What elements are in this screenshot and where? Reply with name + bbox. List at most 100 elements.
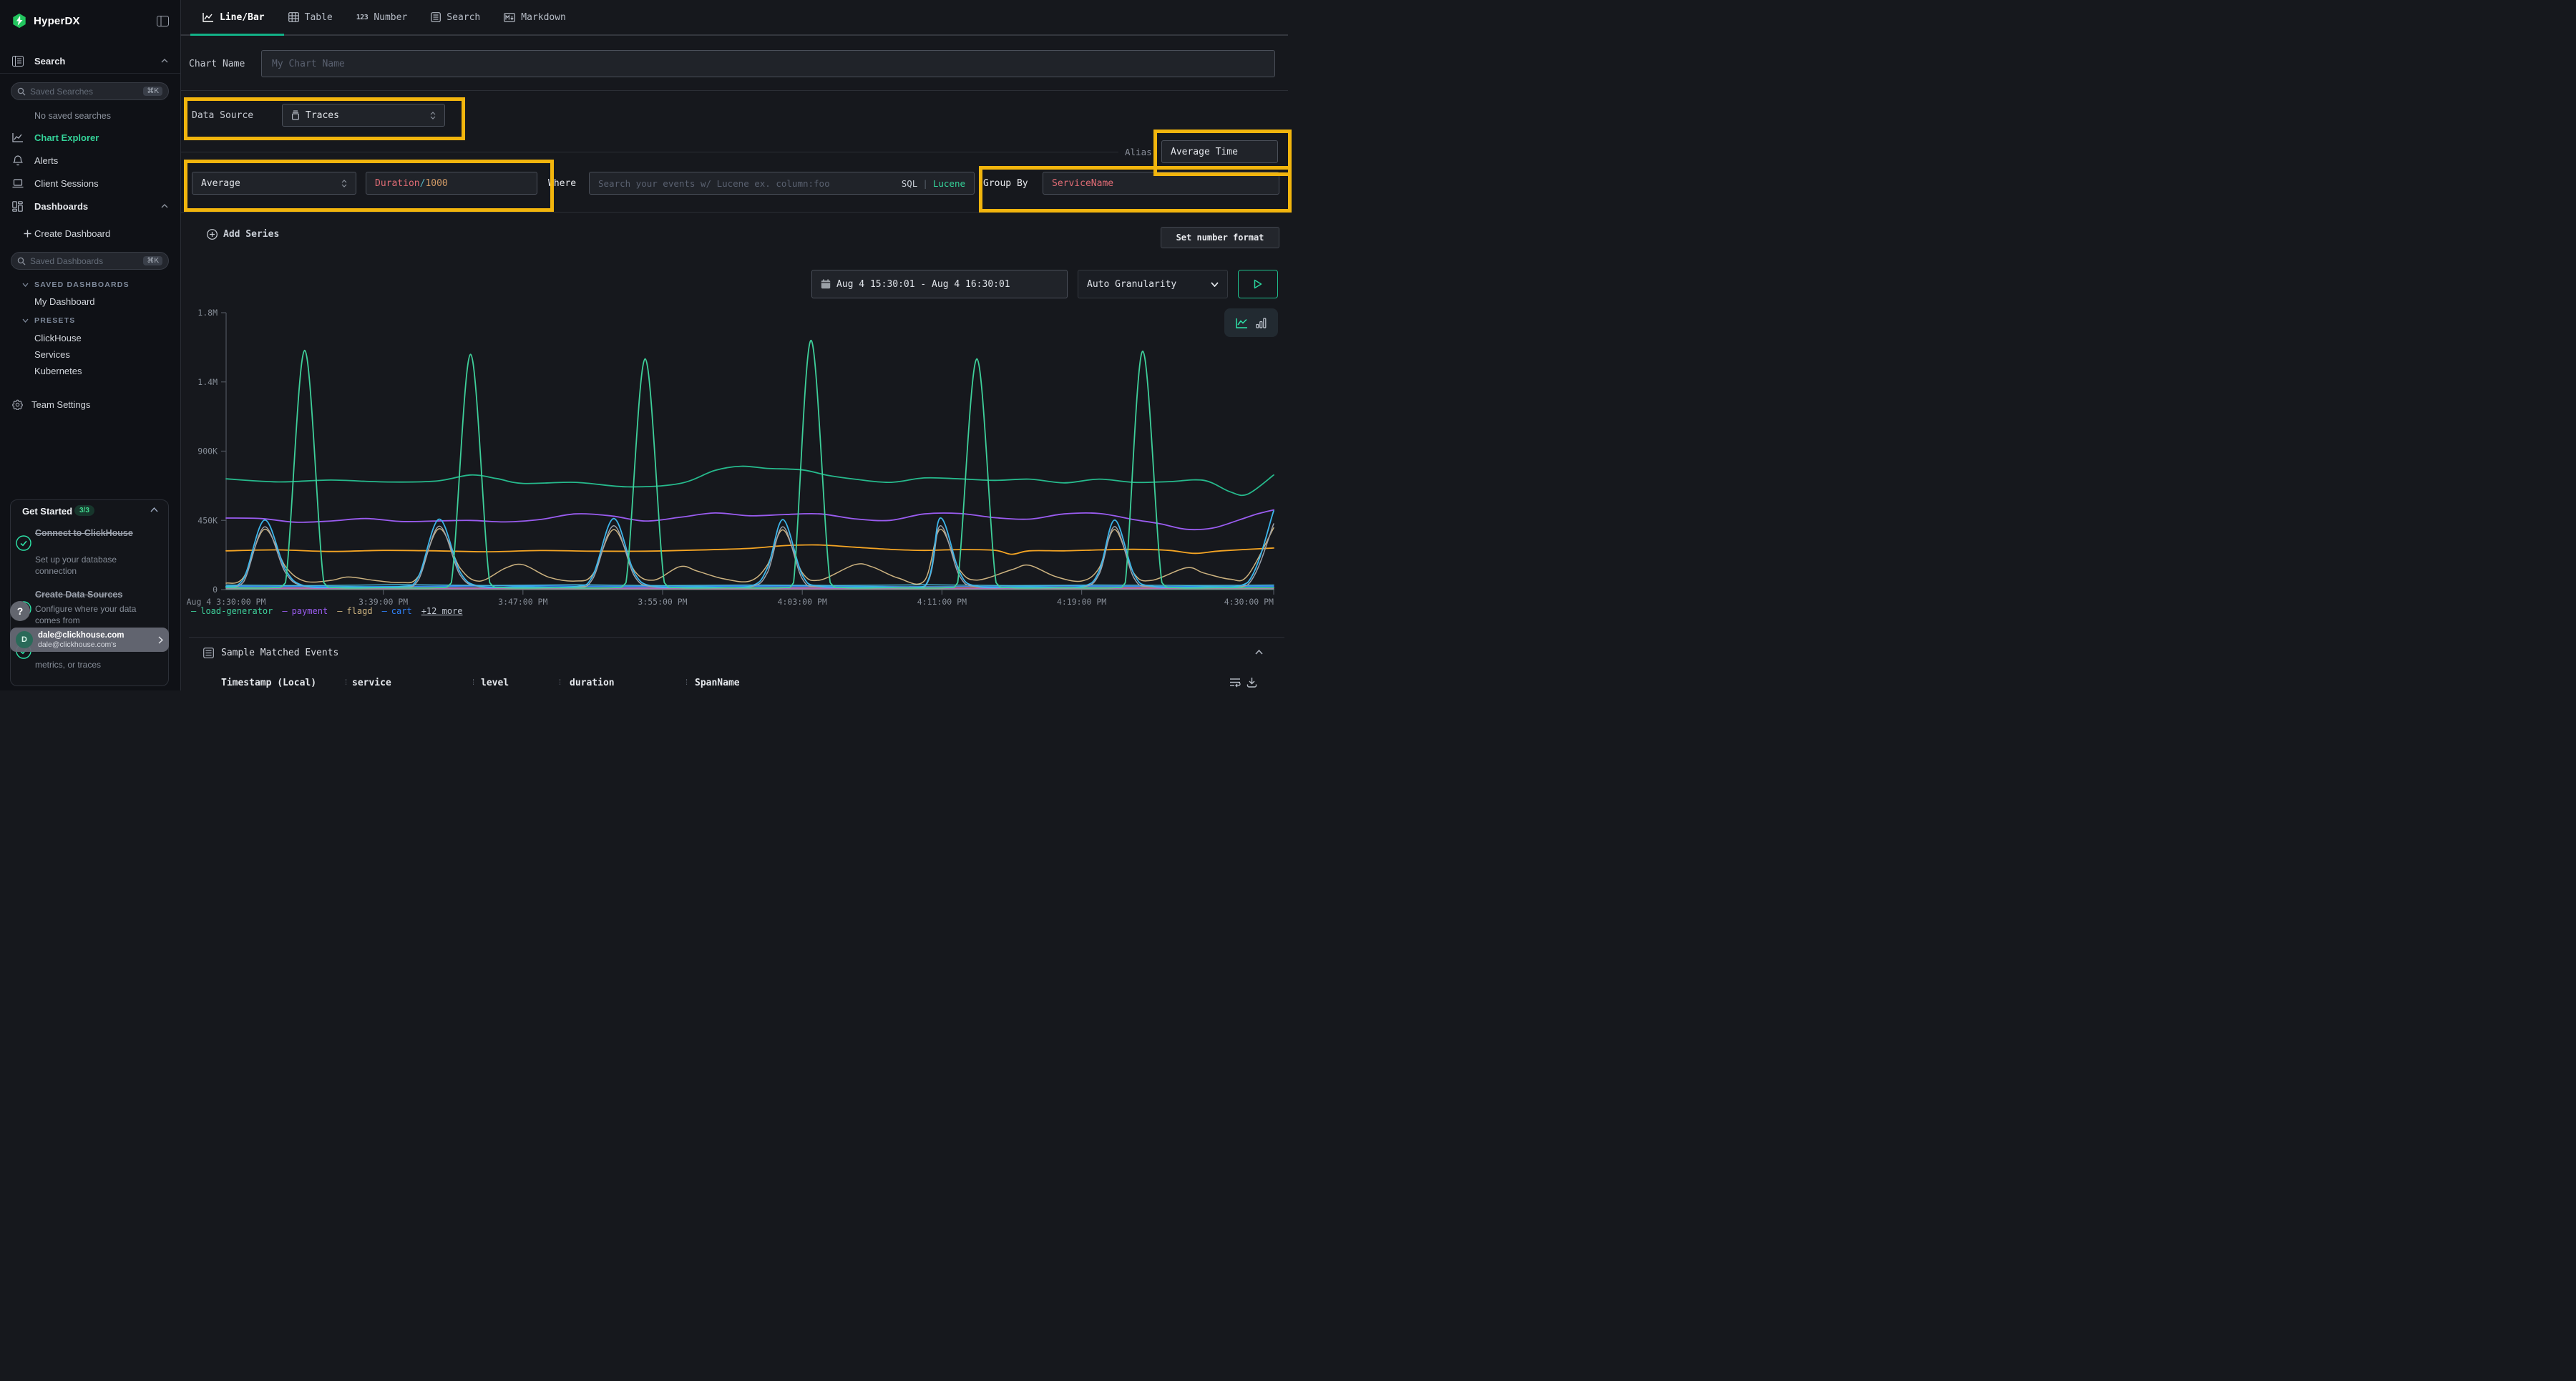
sidebar-collapse-icon[interactable] xyxy=(157,16,169,26)
column-header-level[interactable]: level xyxy=(481,678,509,688)
column-separator[interactable]: ⁞ xyxy=(472,678,474,688)
chart-explorer-label: Chart Explorer xyxy=(34,132,99,143)
where-search-input[interactable]: Search your events w/ Lucene ex. column:… xyxy=(589,172,975,195)
sidebar-section-search[interactable]: Search xyxy=(0,52,180,70)
chevron-up-icon[interactable] xyxy=(161,59,168,63)
sidebar-item-chart-explorer[interactable]: Chart Explorer xyxy=(0,128,180,147)
no-saved-searches: No saved searches xyxy=(0,107,180,125)
chart-legend: —load-generator —payment —flagd —cart +1… xyxy=(191,606,463,616)
group-by-label: Group By xyxy=(983,178,1028,189)
chart-name-input[interactable] xyxy=(261,50,1275,77)
get-started-card: Get Started 3/3 Connect to ClickHouse Se… xyxy=(10,499,169,686)
get-started-step2-title[interactable]: Create Data Sources xyxy=(35,589,147,601)
column-header-duration[interactable]: duration xyxy=(570,678,615,688)
divider xyxy=(180,212,1288,213)
line-chart-icon xyxy=(11,132,24,142)
brand-logo[interactable]: HyperDX xyxy=(11,13,80,29)
sidebar-divider xyxy=(0,73,180,74)
document-list-icon xyxy=(431,12,441,22)
sidebar-item-team-settings[interactable]: Team Settings xyxy=(0,395,180,414)
sidebar-item-alerts[interactable]: Alerts xyxy=(0,151,180,170)
sidebar-item-client-sessions[interactable]: Client Sessions xyxy=(0,174,180,192)
chevron-up-icon[interactable] xyxy=(1255,650,1263,655)
mode-separator: | xyxy=(922,178,928,189)
bar-chart-toggle-icon[interactable] xyxy=(1256,318,1267,328)
column-header-spanname[interactable]: SpanName xyxy=(695,678,740,688)
column-header-service[interactable]: service xyxy=(352,678,391,688)
line-chart-toggle-icon[interactable] xyxy=(1236,318,1248,328)
markdown-icon xyxy=(504,13,515,22)
timeseries-chart[interactable]: 0450K900K1.4M1.8MAug 4 3:30:00 PM3:39:00… xyxy=(180,304,1288,633)
aggregation-select[interactable]: Average xyxy=(192,172,356,195)
date-range-picker[interactable]: Aug 4 15:30:01 - Aug 4 16:30:01 xyxy=(811,270,1068,298)
add-series-button[interactable]: Add Series xyxy=(207,229,279,240)
user-account-chip[interactable]: D dale@clickhouse.com dale@clickhouse.co… xyxy=(10,628,169,652)
granularity-select[interactable]: Auto Granularity xyxy=(1078,270,1228,298)
lucene-mode-toggle[interactable]: Lucene xyxy=(933,178,965,189)
column-header-timestamp[interactable]: Timestamp (Local) xyxy=(221,678,316,688)
dashboards-grid-icon xyxy=(11,201,24,212)
expression-input[interactable]: Duration/1000 xyxy=(366,172,537,195)
svg-text:0: 0 xyxy=(213,585,218,595)
svg-text:4:03:00 PM: 4:03:00 PM xyxy=(778,597,827,607)
sample-events-title: Sample Matched Events xyxy=(221,648,338,658)
check-circle-icon xyxy=(16,535,31,551)
legend-swatch: — xyxy=(191,606,196,616)
where-label: Where xyxy=(548,178,576,189)
legend-item[interactable]: —flagd xyxy=(337,606,372,616)
presets-section-header[interactable]: PRESETS xyxy=(0,315,180,326)
tabbar-underline xyxy=(180,34,1288,36)
sidebar-item-kubernetes[interactable]: Kubernetes xyxy=(0,361,180,380)
sidebar-search-label: Search xyxy=(34,56,65,67)
legend-item[interactable]: —cart xyxy=(382,606,412,616)
sidebar-section-dashboards[interactable]: Dashboards xyxy=(0,197,180,215)
group-by-input[interactable]: ServiceName xyxy=(1043,172,1279,195)
data-source-select[interactable]: Traces xyxy=(282,104,445,127)
set-number-format-button[interactable]: Set number format xyxy=(1161,227,1279,248)
chart-style-toggle xyxy=(1224,308,1278,337)
team-settings-label: Team Settings xyxy=(31,399,90,410)
saved-dashboards-input[interactable]: Saved Dashboards ⌘K xyxy=(11,252,169,270)
tab-search[interactable]: Search xyxy=(431,12,480,23)
data-source-value: Traces xyxy=(306,110,339,121)
get-started-step1-desc: Set up your database connection xyxy=(35,554,147,577)
column-separator[interactable]: ⁞ xyxy=(345,678,347,688)
keyboard-shortcut-badge: ⌘K xyxy=(143,87,162,96)
gear-icon xyxy=(11,399,24,410)
user-email: dale@clickhouse.com xyxy=(38,631,125,640)
get-started-step1-title[interactable]: Connect to ClickHouse xyxy=(35,527,147,540)
expression-field: Duration xyxy=(375,178,420,189)
run-query-button[interactable] xyxy=(1238,270,1278,298)
tab-table[interactable]: Table xyxy=(288,12,333,23)
sidebar-item-create-dashboard[interactable]: Create Dashboard xyxy=(0,224,180,243)
download-icon[interactable] xyxy=(1246,677,1257,688)
saved-searches-input[interactable]: Saved Searches ⌘K xyxy=(11,82,169,100)
svg-text:900K: 900K xyxy=(197,446,218,457)
tab-markdown[interactable]: Markdown xyxy=(504,12,566,23)
sample-events-header[interactable]: Sample Matched Events xyxy=(203,648,338,658)
tab-line-bar[interactable]: Line/Bar xyxy=(203,12,265,23)
chevron-up-icon[interactable] xyxy=(150,507,158,512)
svg-text:1.8M: 1.8M xyxy=(197,308,218,318)
column-separator[interactable]: ⁞ xyxy=(559,678,561,688)
divider xyxy=(189,637,1284,638)
legend-item[interactable]: —load-generator xyxy=(191,606,273,616)
tab-number[interactable]: 123 Number xyxy=(356,12,408,23)
column-separator[interactable]: ⁞ xyxy=(686,678,688,688)
chevron-up-icon[interactable] xyxy=(161,204,168,208)
sql-mode-toggle[interactable]: SQL xyxy=(902,178,918,189)
saved-dashboards-section-header[interactable]: SAVED DASHBOARDS xyxy=(0,279,180,291)
help-button[interactable]: ? xyxy=(10,601,30,621)
sidebar-item-my-dashboard[interactable]: My Dashboard xyxy=(0,292,180,311)
select-updown-icon xyxy=(430,112,436,119)
legend-item[interactable]: —payment xyxy=(282,606,328,616)
data-source-label: Data Source xyxy=(192,110,253,121)
legend-more-link[interactable]: +12 more xyxy=(421,606,463,616)
sidebar: HyperDX Search Saved Searches ⌘K No save… xyxy=(0,0,181,690)
plus-icon xyxy=(24,230,31,238)
alias-input[interactable]: Average Time xyxy=(1161,140,1278,163)
dashboards-label: Dashboards xyxy=(34,201,88,212)
wrap-lines-icon[interactable] xyxy=(1229,677,1241,688)
chart-name-label: Chart Name xyxy=(189,59,245,69)
number-123-icon: 123 xyxy=(356,14,369,21)
